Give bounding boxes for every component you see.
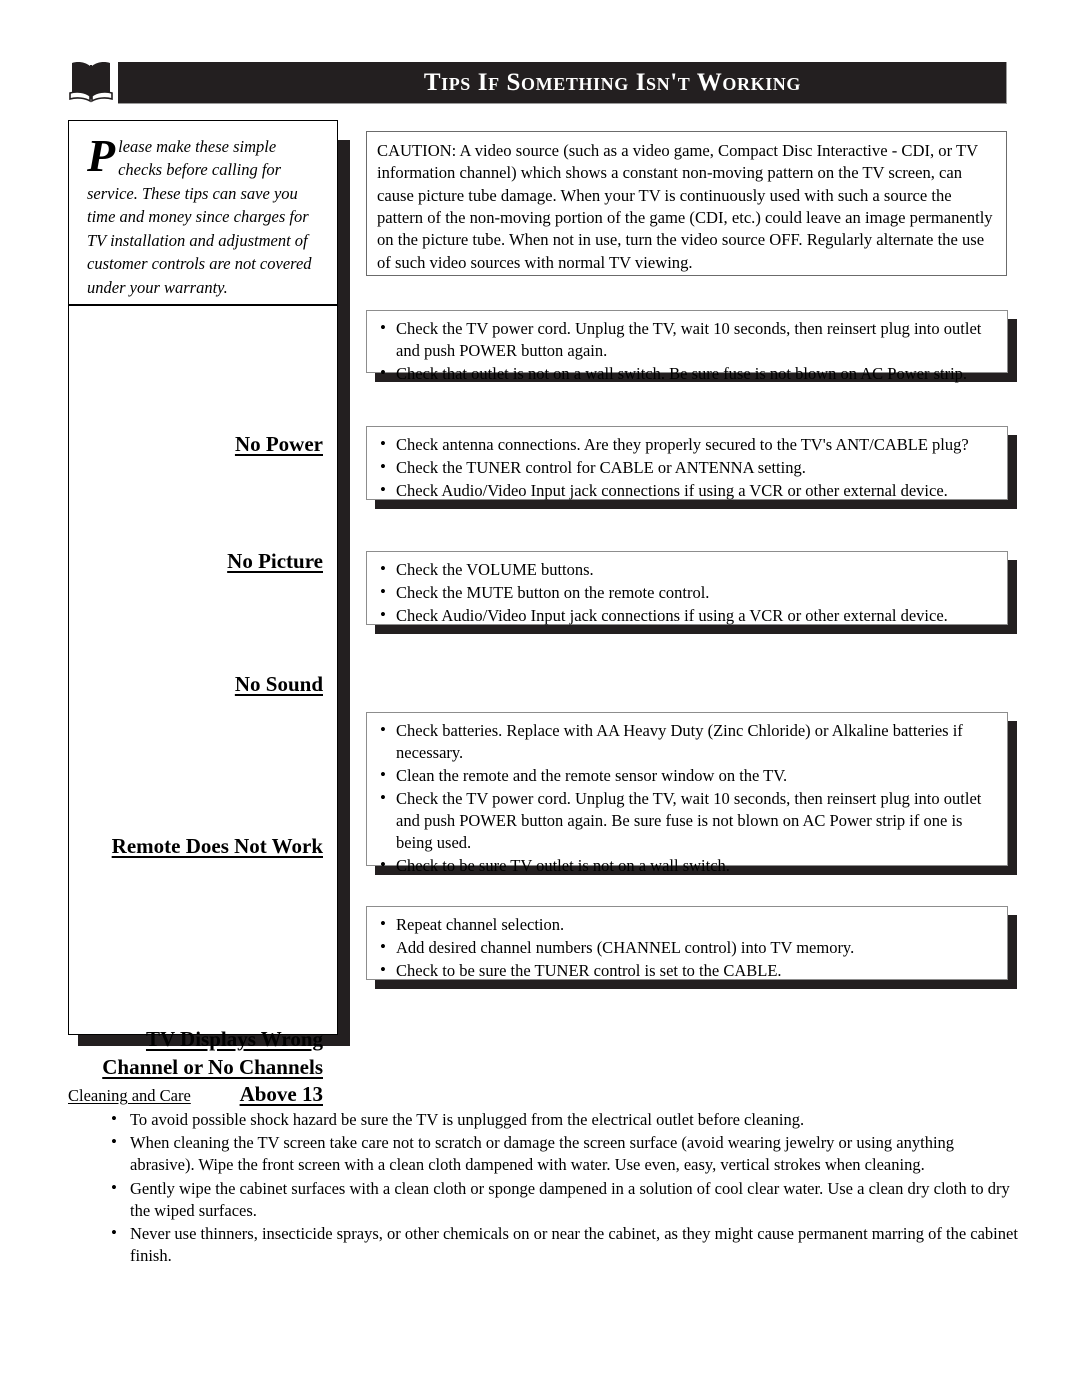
bullet-icon: • bbox=[380, 936, 386, 956]
list-item: • Repeat channel selection. bbox=[379, 914, 997, 936]
list-item-text: Never use thinners, insecticide sprays, … bbox=[130, 1223, 1018, 1266]
intro-paragraph: Please make these simple checks before c… bbox=[69, 121, 337, 309]
panel-no-picture: • Check antenna connections. Are they pro… bbox=[366, 426, 1008, 500]
list-item-text: Check the VOLUME buttons. bbox=[396, 560, 594, 579]
list-item-text: Check antenna connections. Are they prop… bbox=[396, 435, 969, 454]
cleaning-and-care-title: Cleaning and Care bbox=[68, 1086, 191, 1105]
list-item-text: Clean the remote and the remote sensor w… bbox=[396, 765, 788, 785]
list-no-picture: • Check antenna connections. Are they pro… bbox=[367, 427, 1007, 510]
bullet-icon: • bbox=[380, 959, 386, 979]
section-label-remote-does-not-work: Remote Does Not Work bbox=[111, 834, 323, 858]
list-item: • Check the VOLUME buttons. bbox=[379, 559, 997, 581]
panel-tv-displays-wrong-channel: • Repeat channel selection. • Add desired … bbox=[366, 906, 1008, 980]
list-item-text: Check the MUTE button on the remote cont… bbox=[396, 582, 710, 602]
bullet-icon: • bbox=[380, 479, 386, 499]
panel-no-power: • Check the TV power cord. Unplug the TV,… bbox=[366, 310, 1008, 383]
list-item: • Check Audio/Video Input jack connection… bbox=[379, 480, 997, 502]
bullet-icon: • bbox=[111, 1109, 117, 1128]
caution-panel: CAUTION: A video source (such as a video… bbox=[366, 131, 1007, 276]
list-item-text: When cleaning the TV screen take care no… bbox=[130, 1133, 955, 1175]
list-item: • To avoid possible shock hazard be sure … bbox=[110, 1109, 1018, 1131]
cleaning-and-care-list: • To avoid possible shock hazard be sure … bbox=[68, 1109, 1018, 1267]
list-item-text: Check batteries. Replace with AA Heavy D… bbox=[396, 721, 963, 762]
open-book-icon bbox=[68, 60, 114, 104]
section-label-no-sound: No Sound bbox=[234, 672, 323, 696]
panel-no-sound: • Check the VOLUME buttons. • Check the MU… bbox=[366, 551, 1008, 625]
list-item: • Add desired channel numbers (CHANNEL co… bbox=[379, 937, 997, 959]
list-item-text: Check the TV power cord. Unplug the TV, … bbox=[396, 788, 982, 852]
intro-divider bbox=[69, 304, 337, 306]
bullet-icon: • bbox=[111, 1177, 117, 1197]
list-no-sound: • Check the VOLUME buttons. • Check the MU… bbox=[367, 552, 1007, 635]
list-item-text: Check that outlet is not on a wall switc… bbox=[396, 363, 968, 383]
page-header: Tips If Something Isn't Working bbox=[0, 0, 1080, 112]
list-item-text: Check the TV power cord. Unplug the TV, … bbox=[396, 319, 982, 360]
list-item-text: Check to be sure the TUNER control is se… bbox=[396, 960, 782, 980]
list-item-text: Check Audio/Video Input jack connections… bbox=[396, 605, 948, 625]
section-label-no-picture: No Picture bbox=[227, 549, 323, 573]
list-item-text: Add desired channel numbers (CHANNEL con… bbox=[396, 937, 855, 957]
bullet-icon: • bbox=[380, 787, 386, 807]
list-item-text: Check the TUNER control for CABLE or ANT… bbox=[396, 457, 806, 477]
intro-text: lease make these simple checks before ca… bbox=[87, 137, 312, 297]
panel-remote-does-not-work: • Check batteries. Replace with AA Heavy … bbox=[366, 712, 1008, 875]
list-item: • Check Audio/Video Input jack connection… bbox=[379, 605, 997, 627]
list-item-text: Gently wipe the cabinet surfaces with a … bbox=[130, 1178, 1010, 1220]
list-item: • Check to be sure the TUNER control is s… bbox=[379, 960, 997, 982]
list-item: • Check batteries. Replace with AA Heavy … bbox=[379, 720, 997, 764]
intro-dropcap: P bbox=[87, 130, 116, 181]
bullet-icon: • bbox=[380, 720, 386, 739]
list-item: • Check to be sure TV outlet is not on a … bbox=[379, 855, 997, 877]
list-item: • Check the TV power cord. Unplug the TV,… bbox=[379, 788, 997, 854]
bullet-icon: • bbox=[111, 1222, 117, 1242]
bullet-icon: • bbox=[111, 1132, 117, 1152]
bullet-icon: • bbox=[380, 581, 386, 601]
list-item: • Check the TUNER control for CABLE or AN… bbox=[379, 457, 997, 479]
cleaning-and-care-section: Cleaning and Care • To avoid possible sho… bbox=[68, 1086, 1018, 1268]
bullet-icon: • bbox=[380, 764, 386, 784]
section-label-no-power: No Power bbox=[234, 432, 323, 456]
bullet-icon: • bbox=[380, 434, 386, 453]
list-tv-displays-wrong-channel: • Repeat channel selection. • Add desired … bbox=[367, 907, 1007, 990]
list-item: • Clean the remote and the remote sensor … bbox=[379, 765, 997, 787]
bullet-icon: • bbox=[380, 362, 386, 382]
list-remote-does-not-work: • Check batteries. Replace with AA Heavy … bbox=[367, 713, 1007, 885]
list-item-text: Repeat channel selection. bbox=[396, 915, 565, 934]
bullet-icon: • bbox=[380, 854, 386, 874]
bullet-icon: • bbox=[380, 318, 386, 337]
title-bar: Tips If Something Isn't Working bbox=[118, 62, 1007, 104]
list-item-text: Check Audio/Video Input jack connections… bbox=[396, 480, 948, 500]
bullet-icon: • bbox=[380, 604, 386, 624]
bullet-icon: • bbox=[380, 456, 386, 476]
page-title: Tips If Something Isn't Working bbox=[423, 68, 801, 96]
list-item-text: To avoid possible shock hazard be sure t… bbox=[130, 1110, 805, 1129]
bullet-icon: • bbox=[380, 559, 386, 578]
list-no-power: • Check the TV power cord. Unplug the TV,… bbox=[367, 311, 1007, 393]
list-item: • Check the TV power cord. Unplug the TV,… bbox=[379, 318, 997, 362]
list-item: • When cleaning the TV screen take care n… bbox=[110, 1132, 1018, 1176]
bullet-icon: • bbox=[380, 914, 386, 933]
list-item: • Check the MUTE button on the remote con… bbox=[379, 582, 997, 604]
left-column: Please make these simple checks before c… bbox=[68, 120, 338, 1106]
list-item: • Gently wipe the cabinet surfaces with a… bbox=[110, 1178, 1018, 1222]
list-item: • Check that outlet is not on a wall swit… bbox=[379, 363, 997, 385]
list-item: • Never use thinners, insecticide sprays,… bbox=[110, 1223, 1018, 1267]
caution-text: CAUTION: A video source (such as a video… bbox=[377, 141, 993, 272]
list-item: • Check antenna connections. Are they pro… bbox=[379, 434, 997, 456]
list-item-text: Check to be sure TV outlet is not on a w… bbox=[396, 855, 730, 875]
